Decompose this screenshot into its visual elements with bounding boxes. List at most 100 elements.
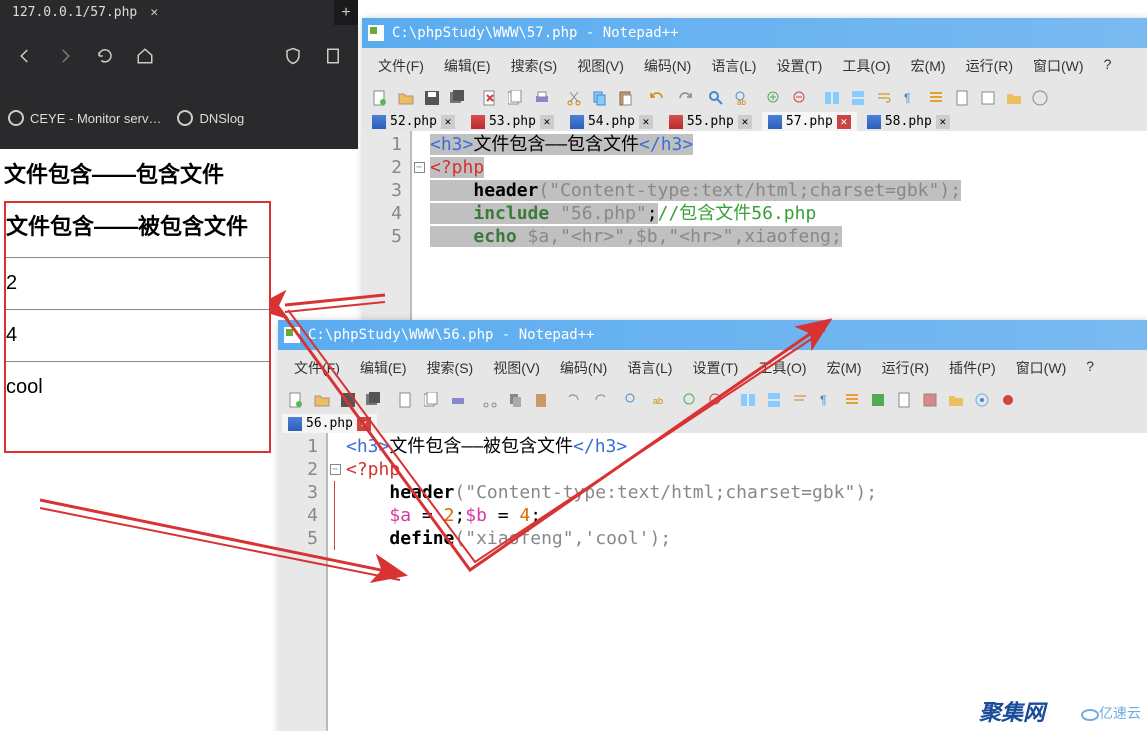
bookmark-item[interactable]: DNSlog (177, 110, 244, 126)
file-tab[interactable]: 55.php✕ (663, 112, 758, 131)
fold-column[interactable]: − (328, 433, 342, 731)
menu-macro[interactable]: 宏(M) (817, 354, 872, 382)
file-tab[interactable]: 53.php✕ (465, 112, 560, 131)
sync-v-icon[interactable] (820, 86, 844, 110)
close-icon[interactable]: ✕ (540, 115, 554, 129)
find-icon[interactable] (620, 388, 644, 412)
menu-view[interactable]: 视图(V) (483, 354, 550, 382)
doc-map-icon[interactable] (892, 388, 916, 412)
show-all-chars-icon[interactable]: ¶ (898, 86, 922, 110)
menu-edit[interactable]: 编辑(E) (350, 354, 417, 382)
save-icon[interactable] (420, 86, 444, 110)
func-list-icon[interactable] (918, 388, 942, 412)
close-icon[interactable]: ✕ (639, 115, 653, 129)
code-editor[interactable]: 12345 − <h3>文件包含——包含文件</h3> <?php header… (362, 131, 1147, 320)
reader-icon[interactable] (316, 39, 350, 73)
zoom-in-icon[interactable] (762, 86, 786, 110)
print-icon[interactable] (530, 86, 554, 110)
doc-map-icon[interactable] (950, 86, 974, 110)
zoom-out-icon[interactable] (788, 86, 812, 110)
wrap-icon[interactable] (872, 86, 896, 110)
menu-window[interactable]: 窗口(W) (1006, 354, 1077, 382)
menu-edit[interactable]: 编辑(E) (434, 52, 501, 80)
home-button[interactable] (128, 39, 162, 73)
menu-macro[interactable]: 宏(M) (901, 52, 956, 80)
folder-view-icon[interactable] (944, 388, 968, 412)
zoom-in-icon[interactable] (678, 388, 702, 412)
menu-tools[interactable]: 工具(O) (832, 52, 900, 80)
menu-run[interactable]: 运行(R) (872, 354, 939, 382)
copy-icon[interactable] (588, 86, 612, 110)
wrap-icon[interactable] (788, 388, 812, 412)
menu-encoding[interactable]: 编码(N) (550, 354, 617, 382)
menu-plugins[interactable]: 插件(P) (939, 354, 1006, 382)
redo-icon[interactable] (588, 388, 612, 412)
title-bar[interactable]: C:\phpStudy\WWW\56.php - Notepad++ (278, 320, 1147, 350)
menu-file[interactable]: 文件(F) (284, 354, 350, 382)
new-tab-button[interactable]: + (334, 4, 358, 22)
menu-settings[interactable]: 设置(T) (682, 354, 748, 382)
menu-help[interactable]: ? (1094, 52, 1122, 80)
menu-file[interactable]: 文件(F) (368, 52, 434, 80)
bookmark-item[interactable]: CEYE - Monitor serv… (8, 110, 161, 126)
save-all-icon[interactable] (446, 86, 470, 110)
fold-column[interactable]: − (412, 131, 426, 320)
paste-icon[interactable] (530, 388, 554, 412)
save-icon[interactable] (336, 388, 360, 412)
menu-language[interactable]: 语言(L) (617, 354, 682, 382)
undo-icon[interactable] (646, 86, 670, 110)
close-file-icon[interactable] (394, 388, 418, 412)
paste-icon[interactable] (614, 86, 638, 110)
sync-h-icon[interactable] (846, 86, 870, 110)
file-tab[interactable]: 54.php✕ (564, 112, 659, 131)
file-tab[interactable]: 52.php✕ (366, 112, 461, 131)
open-file-icon[interactable] (310, 388, 334, 412)
shield-icon[interactable] (276, 39, 310, 73)
menu-run[interactable]: 运行(R) (956, 52, 1023, 80)
close-icon[interactable]: ✕ (837, 115, 851, 129)
menu-view[interactable]: 视图(V) (567, 52, 634, 80)
find-icon[interactable] (704, 86, 728, 110)
menu-tools[interactable]: 工具(O) (748, 354, 816, 382)
menu-search[interactable]: 搜索(S) (417, 354, 484, 382)
menu-window[interactable]: 窗口(W) (1023, 52, 1094, 80)
cut-icon[interactable] (562, 86, 586, 110)
print-icon[interactable] (446, 388, 470, 412)
zoom-out-icon[interactable] (704, 388, 728, 412)
monitor-icon[interactable] (1028, 86, 1052, 110)
reload-button[interactable] (88, 39, 122, 73)
code-area[interactable]: <h3>文件包含——被包含文件</h3> <?php header("Conte… (342, 433, 1147, 731)
indent-guide-icon[interactable] (840, 388, 864, 412)
menu-help[interactable]: ? (1076, 354, 1104, 382)
undo-icon[interactable] (562, 388, 586, 412)
back-button[interactable] (8, 39, 42, 73)
indent-guide-icon[interactable] (924, 86, 948, 110)
code-area[interactable]: <h3>文件包含——包含文件</h3> <?php header("Conten… (426, 131, 1147, 320)
file-tab-active[interactable]: 56.php✕ (282, 414, 377, 433)
func-list-icon[interactable] (976, 86, 1000, 110)
new-file-icon[interactable] (284, 388, 308, 412)
close-icon[interactable]: ✕ (936, 115, 950, 129)
close-icon[interactable]: ✕ (357, 417, 371, 431)
close-all-icon[interactable] (504, 86, 528, 110)
close-all-icon[interactable] (420, 388, 444, 412)
sync-v-icon[interactable] (736, 388, 760, 412)
browser-tab[interactable]: 127.0.0.1/57.php ✕ (0, 0, 334, 25)
cut-icon[interactable] (478, 388, 502, 412)
folder-view-icon[interactable] (1002, 86, 1026, 110)
close-icon[interactable]: ✕ (738, 115, 752, 129)
close-icon[interactable]: ✕ (147, 6, 161, 20)
new-file-icon[interactable] (368, 86, 392, 110)
menu-search[interactable]: 搜索(S) (501, 52, 568, 80)
menu-settings[interactable]: 设置(T) (766, 52, 832, 80)
forward-button[interactable] (48, 39, 82, 73)
close-file-icon[interactable] (478, 86, 502, 110)
file-tab[interactable]: 58.php✕ (861, 112, 956, 131)
file-tab-active[interactable]: 57.php✕ (762, 112, 857, 131)
code-editor[interactable]: 12345 − <h3>文件包含——被包含文件</h3> <?php heade… (278, 433, 1147, 731)
replace-icon[interactable]: ab (646, 388, 670, 412)
sync-h-icon[interactable] (762, 388, 786, 412)
redo-icon[interactable] (672, 86, 696, 110)
copy-icon[interactable] (504, 388, 528, 412)
close-icon[interactable]: ✕ (441, 115, 455, 129)
